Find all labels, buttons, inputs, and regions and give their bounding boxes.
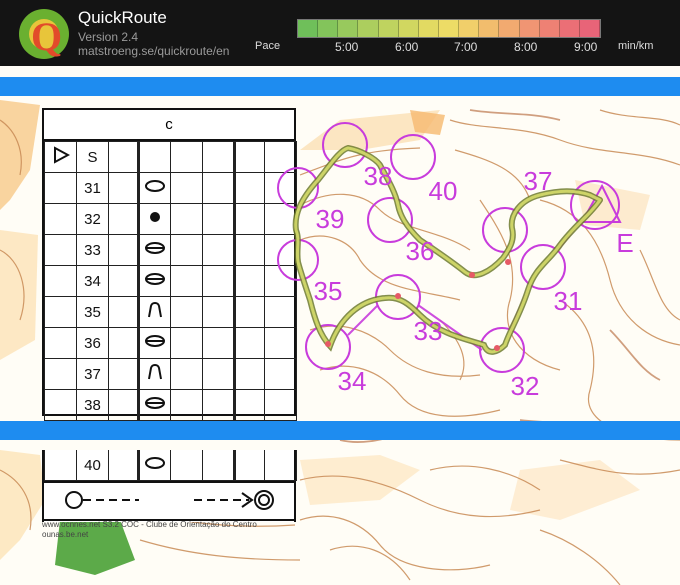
control-number-label: 34 xyxy=(338,366,367,396)
control-number-label: 38 xyxy=(364,161,393,191)
pace-color-segment xyxy=(318,20,339,37)
pace-tick: 7:00 xyxy=(454,40,478,54)
app-url[interactable]: matstroeng.se/quickroute/en xyxy=(78,44,229,58)
pace-color-segment xyxy=(519,20,540,37)
course-overlay[interactable]: 31 32 33 34 35 36 37 38 39 40 E xyxy=(0,66,680,585)
pace-color-segment xyxy=(499,20,520,37)
quickroute-logo-icon: Q xyxy=(19,9,69,59)
pace-color-segment xyxy=(358,20,379,37)
pace-color-segment xyxy=(438,20,460,37)
app-version: Version 2.4 xyxy=(78,30,139,44)
pace-color-segment xyxy=(539,20,560,37)
pace-tick: 9:00 xyxy=(574,40,598,54)
pace-color-segment xyxy=(579,20,601,37)
pace-color-segment xyxy=(398,20,419,37)
control-number-label: 35 xyxy=(314,276,343,306)
svg-text:Q: Q xyxy=(31,14,62,59)
pace-color-scale xyxy=(297,19,601,38)
pace-color-segment xyxy=(378,20,399,37)
control-number-label: 36 xyxy=(406,236,435,266)
pace-color-segment xyxy=(459,20,480,37)
app-header: Q QuickRoute Version 2.4 matstroeng.se/q… xyxy=(0,0,680,66)
control-number-label: 40 xyxy=(429,176,458,206)
control-number-label: 39 xyxy=(316,204,345,234)
pace-color-segment xyxy=(418,20,439,37)
pace-color-segment xyxy=(479,20,500,37)
pace-color-segment xyxy=(559,20,580,37)
app-title: QuickRoute xyxy=(78,8,167,27)
control-number-label: 32 xyxy=(511,371,540,401)
orienteering-map[interactable]: c S 31 32 33 34 35 36 37 38 40 www.ocnne… xyxy=(0,66,680,585)
pace-tick: 6:00 xyxy=(395,40,419,54)
control-number-label: 37 xyxy=(524,166,553,196)
pace-unit: min/km xyxy=(618,40,654,52)
pace-label: Pace xyxy=(255,40,281,52)
pace-tick: 5:00 xyxy=(335,40,359,54)
control-number-label: E xyxy=(616,228,633,258)
control-number-label: 33 xyxy=(414,316,443,346)
pace-tick: 8:00 xyxy=(514,40,538,54)
control-number-label: 31 xyxy=(554,286,583,316)
control-labels: 31 32 33 34 35 36 37 38 39 40 E xyxy=(314,161,634,401)
pace-color-segment xyxy=(338,20,359,37)
pace-color-segment xyxy=(298,20,319,37)
